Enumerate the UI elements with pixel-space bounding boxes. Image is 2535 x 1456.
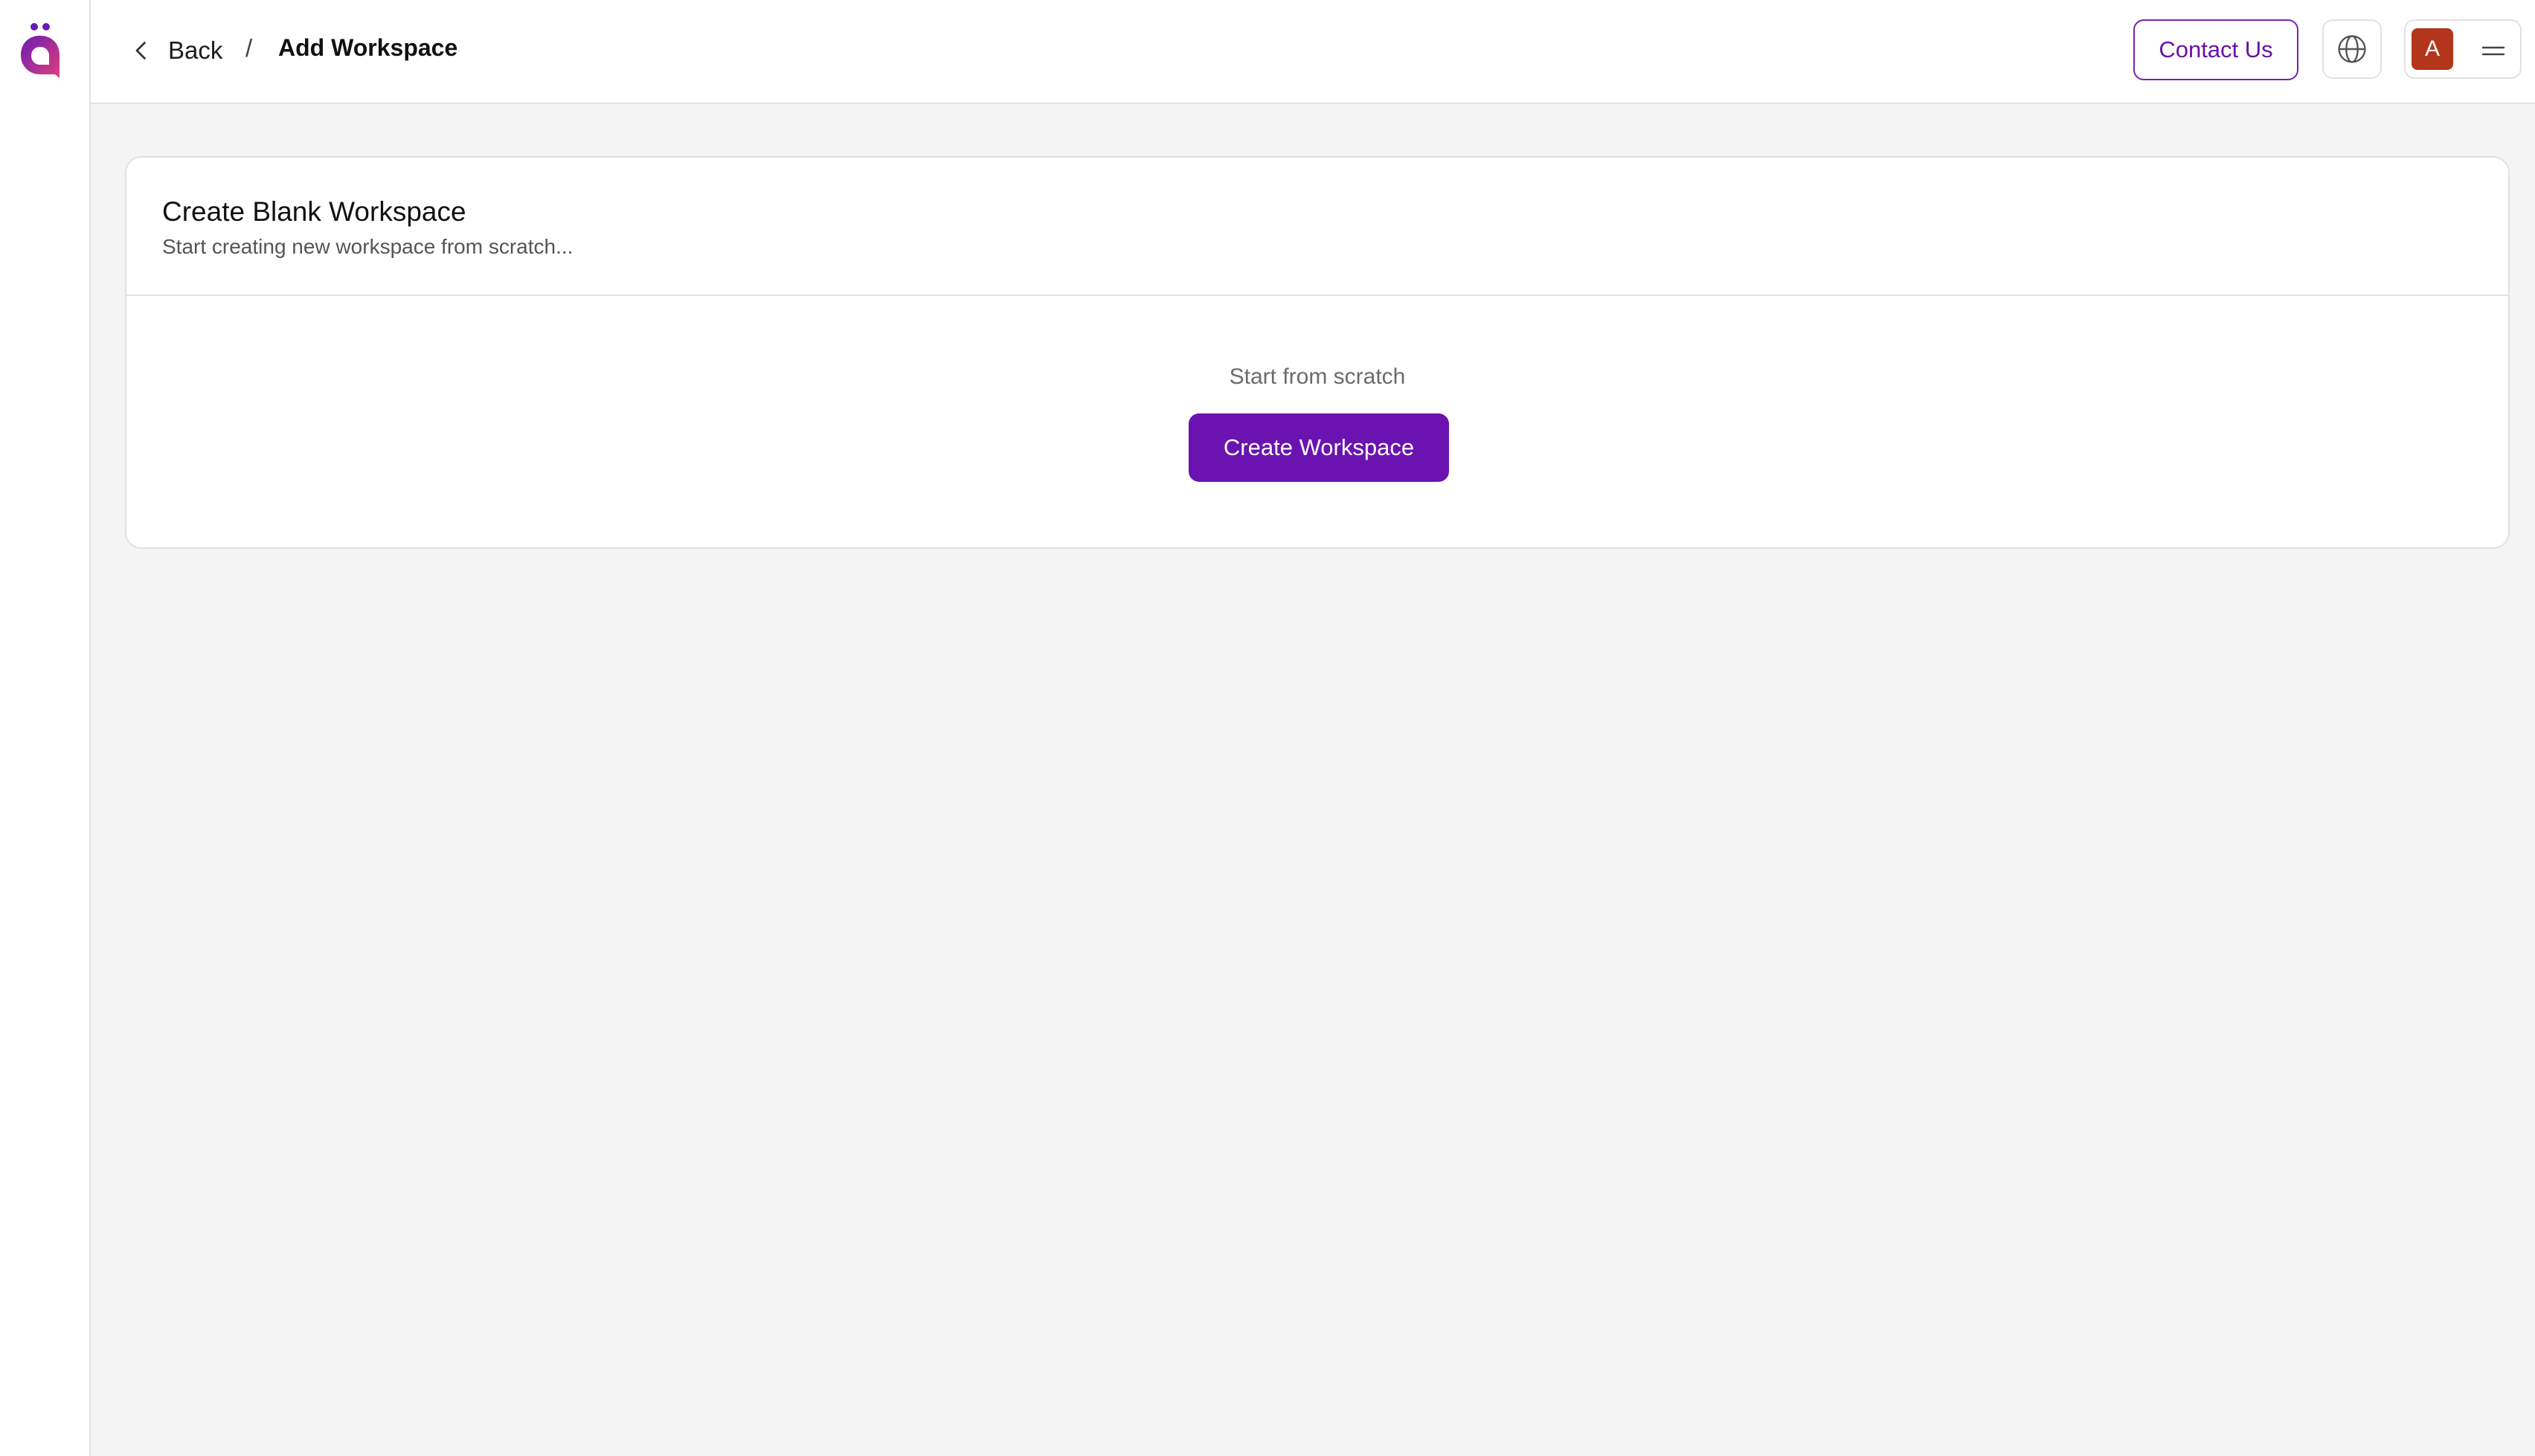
hamburger-icon[interactable] [2480,39,2507,62]
card-subtitle: Start creating new workspace from scratc… [162,235,573,258]
card-header: Create Blank Workspace Start creating ne… [126,158,2508,296]
language-button[interactable] [2322,19,2382,79]
top-header: Back / Add Workspace Contact Us A [91,0,2535,104]
page-title: Add Workspace [278,34,458,61]
chevron-left-icon [135,42,146,59]
sidebar [0,0,91,1456]
back-label: Back [168,36,223,64]
start-from-scratch-label: Start from scratch [1229,364,1406,389]
app-logo-icon[interactable] [18,21,64,80]
user-menu[interactable]: A [2404,19,2522,79]
avatar[interactable]: A [2412,28,2453,70]
contact-us-button[interactable]: Contact Us [2133,19,2298,80]
card-title: Create Blank Workspace [162,196,466,227]
create-workspace-card: Create Blank Workspace Start creating ne… [125,156,2510,549]
breadcrumb-separator: / [245,34,253,62]
back-button[interactable]: Back [128,30,222,71]
globe-icon [2338,35,2366,63]
create-workspace-button[interactable]: Create Workspace [1189,413,1449,482]
